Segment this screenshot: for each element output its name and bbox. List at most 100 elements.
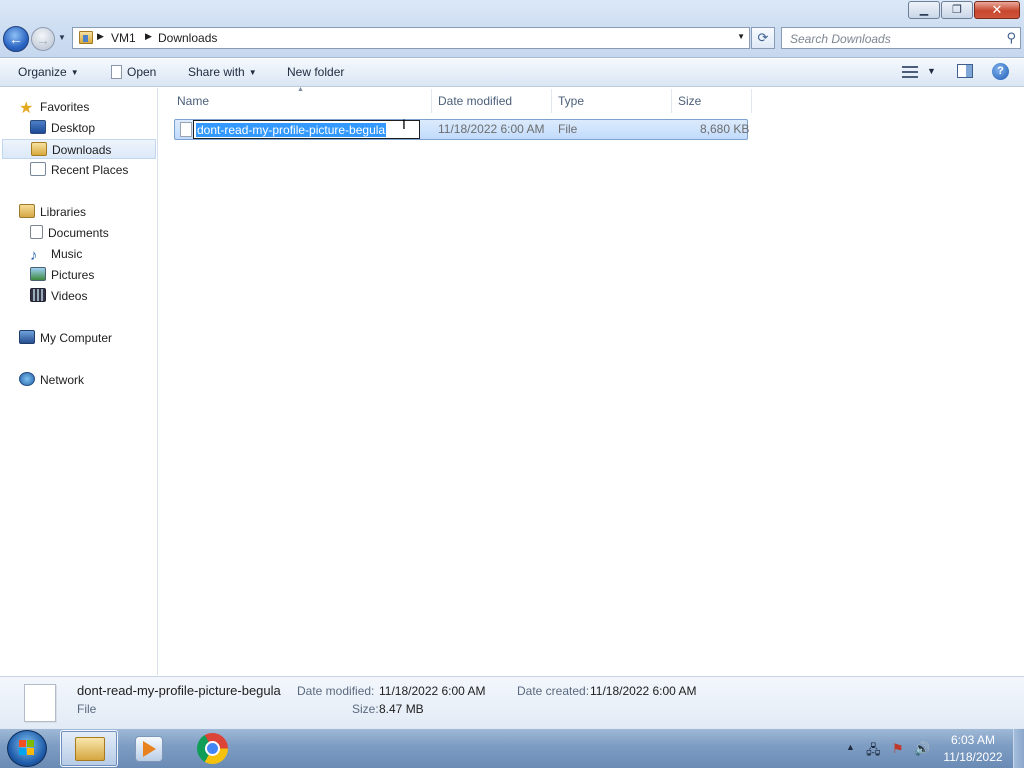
chevron-down-icon: ▼ xyxy=(70,68,79,77)
desktop-icon xyxy=(30,120,46,134)
star-icon: ★ xyxy=(19,100,34,117)
column-header-size[interactable]: Size xyxy=(672,89,752,113)
sidebar-item-music[interactable]: ♪ Music xyxy=(30,244,82,264)
minimize-icon: ▁ xyxy=(919,4,929,16)
sidebar-item-my-computer[interactable]: My Computer xyxy=(19,328,112,348)
sidebar-item-label: Favorites xyxy=(40,100,90,114)
share-with-label: Share with xyxy=(188,65,245,79)
forward-arrow-icon: → xyxy=(36,32,50,48)
libraries-icon xyxy=(19,204,35,218)
sidebar-item-label: Libraries xyxy=(40,205,87,219)
chrome-icon[interactable] xyxy=(197,733,228,764)
sidebar-item-network[interactable]: Network xyxy=(19,370,84,390)
network-tray-icon[interactable]: 🖧 xyxy=(866,741,881,763)
column-header-type[interactable]: Type xyxy=(552,89,672,113)
sidebar-item-label: Downloads xyxy=(52,143,112,157)
sort-ascending-icon: ▲ xyxy=(297,86,304,93)
column-header-date-modified[interactable]: Date modified xyxy=(432,89,552,113)
back-button[interactable]: ← xyxy=(3,26,29,52)
sidebar-item-label: Pictures xyxy=(51,268,95,282)
sidebar-item-label: Network xyxy=(40,373,85,387)
help-icon[interactable]: ? xyxy=(992,63,1009,80)
window-controls: ▁ ❐ ✕ xyxy=(907,1,1020,19)
breadcrumb-vm1[interactable]: VM1 xyxy=(111,31,136,45)
sidebar-item-pictures[interactable]: Pictures xyxy=(30,265,94,285)
breadcrumb-downloads[interactable]: Downloads xyxy=(158,31,217,45)
file-type: File xyxy=(558,122,578,136)
sidebar-item-videos[interactable]: Videos xyxy=(30,286,87,306)
search-input[interactable]: Search Downloads ⚲ xyxy=(781,27,1021,49)
show-desktop-button[interactable] xyxy=(1013,729,1024,768)
organize-button[interactable]: Organize ▼ xyxy=(18,65,79,79)
close-button[interactable]: ✕ xyxy=(974,1,1020,19)
details-date-created-label: Date created: xyxy=(517,684,590,698)
address-dropdown-icon[interactable]: ▼ xyxy=(737,32,745,41)
sidebar-item-favorites[interactable]: ★ Favorites xyxy=(19,97,89,117)
file-date-modified: 11/18/2022 6:00 AM xyxy=(438,122,545,136)
sidebar-item-label: Desktop xyxy=(51,121,96,135)
breadcrumb-separator[interactable]: ▶ xyxy=(97,31,104,42)
action-center-flag-icon[interactable]: ⚑ xyxy=(892,741,904,757)
restore-button[interactable]: ❐ xyxy=(941,1,973,19)
open-button[interactable]: Open xyxy=(111,65,156,79)
volume-icon[interactable]: 🔊 xyxy=(914,741,930,757)
change-view-icon[interactable] xyxy=(902,66,918,78)
videos-icon xyxy=(30,288,46,302)
new-folder-label: New folder xyxy=(287,65,345,79)
sidebar-item-documents[interactable]: Documents xyxy=(30,223,109,243)
breadcrumb-separator[interactable]: ▶ xyxy=(145,31,152,42)
refresh-icon: ⟳ xyxy=(757,30,769,45)
restore-icon: ❐ xyxy=(952,4,962,16)
chevron-down-icon: ▼ xyxy=(248,68,257,77)
sidebar-item-label: Documents xyxy=(48,226,109,240)
network-icon xyxy=(19,372,35,386)
new-folder-button[interactable]: New folder xyxy=(287,65,344,79)
rename-input[interactable]: dont-read-my-profile-picture-begula xyxy=(193,120,420,139)
close-icon: ✕ xyxy=(991,2,1003,17)
text-cursor-icon: I xyxy=(402,116,406,132)
folder-icon xyxy=(79,31,93,44)
search-icon[interactable]: ⚲ xyxy=(1006,30,1016,46)
explorer-folder-icon xyxy=(75,737,105,761)
show-hidden-icons-icon[interactable]: ▲ xyxy=(846,742,855,752)
file-list[interactable] xyxy=(159,88,1024,675)
file-icon xyxy=(111,65,122,79)
sidebar-item-label: Videos xyxy=(51,289,88,303)
clock-time[interactable]: 6:03 AM xyxy=(950,733,996,747)
recent-pages-dropdown[interactable]: ▼ xyxy=(58,33,66,42)
forward-button[interactable]: → xyxy=(31,27,55,51)
address-bar[interactable]: ▶ VM1 ▶ Downloads ▼ xyxy=(72,27,750,49)
file-preview-icon xyxy=(24,684,56,722)
minimize-button[interactable]: ▁ xyxy=(908,1,940,19)
pictures-icon xyxy=(30,267,46,281)
sidebar-item-downloads[interactable]: Downloads xyxy=(2,139,156,159)
start-button[interactable] xyxy=(7,730,47,767)
details-date-created: 11/18/2022 6:00 AM xyxy=(590,684,697,698)
clock-date[interactable]: 11/18/2022 xyxy=(942,750,1004,764)
refresh-button[interactable]: ⟳ xyxy=(751,27,775,49)
share-with-button[interactable]: Share with ▼ xyxy=(188,65,257,79)
organize-label: Organize xyxy=(18,65,67,79)
computer-icon xyxy=(19,330,35,344)
media-player-icon[interactable] xyxy=(135,736,163,762)
downloads-folder-icon xyxy=(31,142,47,156)
file-icon xyxy=(180,122,192,137)
sidebar-item-label: Music xyxy=(51,247,83,261)
music-icon: ♪ xyxy=(30,247,38,264)
windows-logo-icon xyxy=(19,740,35,756)
search-placeholder: Search Downloads xyxy=(790,32,891,46)
sidebar-item-libraries[interactable]: Libraries xyxy=(19,202,86,222)
details-date-modified-label: Date modified: xyxy=(297,684,375,698)
rename-selected-text: dont-read-my-profile-picture-begula xyxy=(196,123,387,137)
sidebar-item-recent-places[interactable]: Recent Places xyxy=(30,160,128,180)
details-size: 8.47 MB xyxy=(379,702,424,716)
recent-places-icon xyxy=(30,162,46,176)
preview-pane-icon[interactable] xyxy=(957,64,973,78)
details-file-type: File xyxy=(77,702,97,716)
details-file-name: dont-read-my-profile-picture-begula xyxy=(77,683,281,698)
sidebar-item-desktop[interactable]: Desktop xyxy=(30,118,95,138)
sidebar-item-label: My Computer xyxy=(40,331,113,345)
sidebar-item-label: Recent Places xyxy=(51,163,129,177)
views-dropdown-icon[interactable]: ▼ xyxy=(927,66,936,76)
details-size-label: Size: xyxy=(352,702,379,716)
